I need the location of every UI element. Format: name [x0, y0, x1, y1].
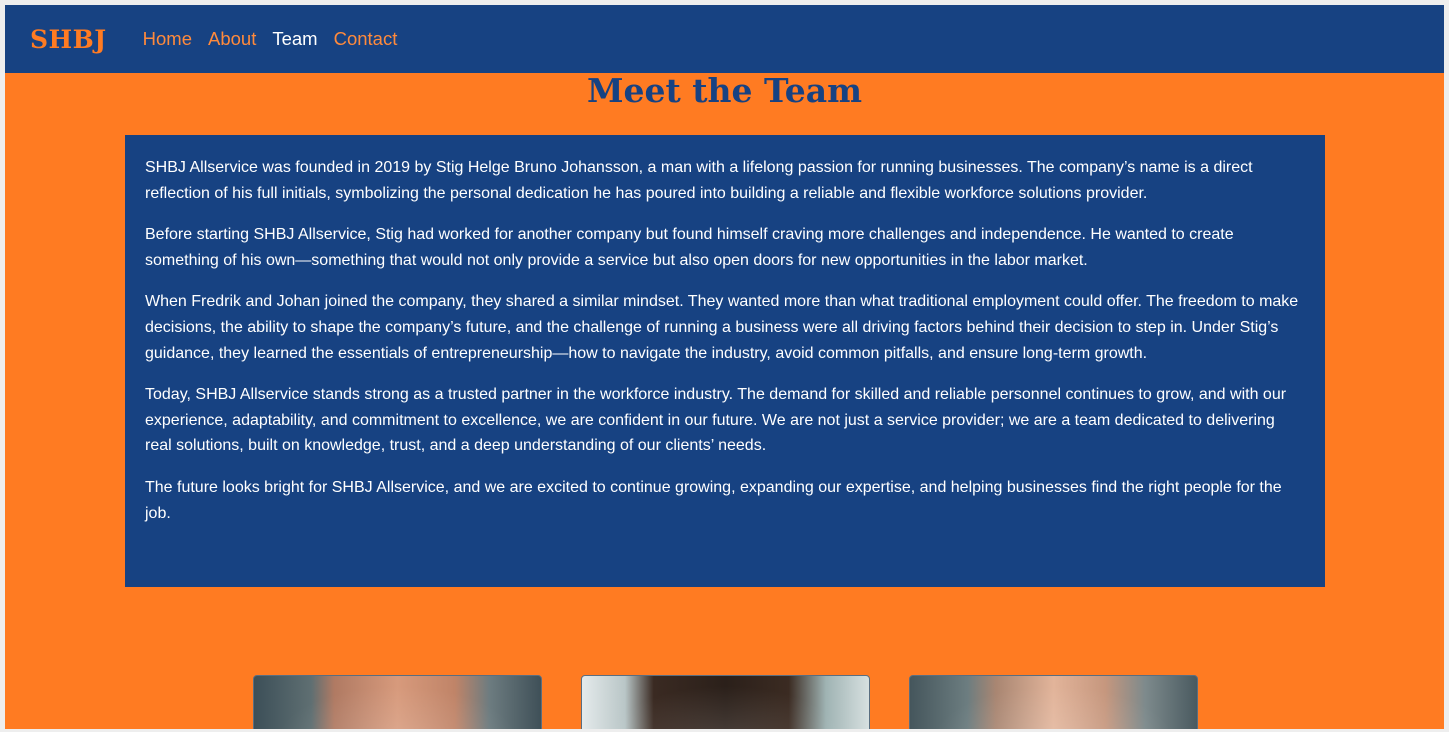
nav-link-home[interactable]: Home [143, 28, 192, 50]
page-frame: SHBJ Home About Team Contact Meet the Te… [5, 5, 1444, 729]
site-logo[interactable]: SHBJ [30, 25, 107, 54]
team-member-photo [909, 675, 1198, 729]
team-member-photo [253, 675, 542, 729]
navbar: SHBJ Home About Team Contact [5, 5, 1444, 73]
about-paragraph: When Fredrik and Johan joined the compan… [145, 293, 1299, 362]
team-member-photo [581, 675, 870, 729]
about-section: SHBJ Allservice was founded in 2019 by S… [125, 135, 1325, 587]
nav-link-team[interactable]: Team [272, 28, 317, 50]
nav-link-about[interactable]: About [208, 28, 256, 50]
page-title: Meet the Team [586, 71, 863, 110]
about-paragraph: Today, SHBJ Allservice stands strong as … [145, 386, 1287, 455]
about-paragraph: Before starting SHBJ Allservice, Stig ha… [145, 226, 1234, 269]
nav-link-contact[interactable]: Contact [334, 28, 398, 50]
about-paragraph: The future looks bright for SHBJ Allserv… [145, 478, 1282, 522]
about-paragraph: SHBJ Allservice was founded in 2019 by S… [145, 159, 1253, 202]
